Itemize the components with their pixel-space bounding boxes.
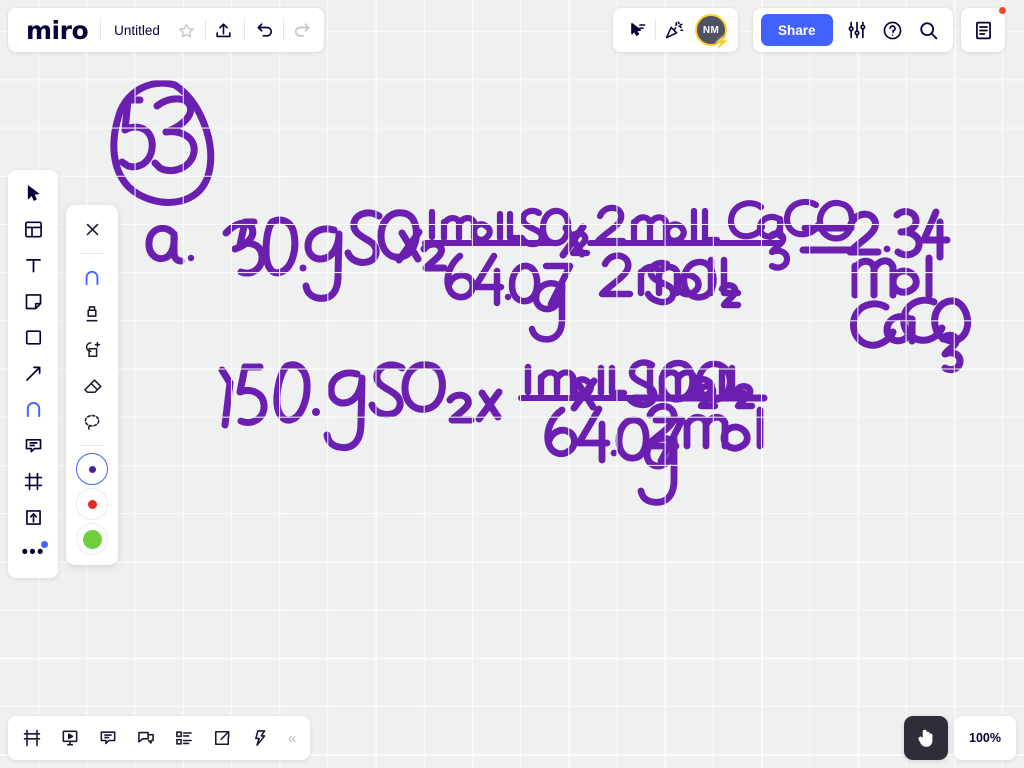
sidebar-item-sticky-note-tool[interactable] [14, 284, 52, 318]
upload-export-button[interactable] [206, 12, 242, 48]
topbar-collab-group: NM ⚡ [613, 8, 738, 52]
topbar-left-group: miro Untitled [8, 8, 324, 52]
divider [79, 445, 105, 446]
hand-pan-tool-button[interactable] [904, 716, 948, 760]
zoom-controls: 100% [904, 716, 1016, 760]
purple-dot [88, 465, 96, 473]
topbar-notes-group [961, 6, 1007, 52]
divider [243, 19, 245, 41]
sidebar-item-pen-tool[interactable] [14, 392, 52, 426]
board-canvas[interactable] [0, 0, 1024, 768]
close-pen-panel-button[interactable] [74, 213, 110, 246]
miro-board-app: miro Untitled NM ⚡ Share ••• « 100% [0, 0, 1024, 768]
board-title[interactable]: Untitled [101, 23, 169, 38]
help-circle-icon[interactable] [875, 12, 911, 48]
notification-badge [998, 6, 1007, 15]
sliders-icon[interactable] [839, 12, 875, 48]
eraser-tool-option[interactable] [74, 369, 110, 402]
sidebar-item-more-tools[interactable]: ••• [14, 536, 52, 570]
red-dot [87, 499, 97, 509]
creation-toolbar: ••• [8, 170, 58, 578]
ellipsis-icon: ••• [21, 542, 45, 564]
ink-line-2 [218, 359, 768, 506]
comment-lines-icon[interactable] [90, 720, 126, 756]
search-icon[interactable] [911, 12, 947, 48]
lasso-select-option[interactable] [74, 405, 110, 438]
chat-bubbles-icon[interactable] [128, 720, 164, 756]
bottom-toolbar: « [8, 716, 311, 760]
sidebar-item-frame-tool[interactable] [14, 464, 52, 498]
sidebar-item-shapes-tool[interactable] [14, 320, 52, 354]
cursor-label-icon[interactable] [619, 12, 655, 48]
undo-button[interactable] [247, 12, 283, 48]
red-swatch[interactable] [76, 488, 108, 520]
green-dot [82, 529, 102, 549]
sidebar-item-comment-tool[interactable] [14, 428, 52, 462]
sidebar-item-templates-tool[interactable] [14, 212, 52, 246]
party-popper-icon[interactable] [656, 12, 692, 48]
external-link-icon[interactable] [204, 720, 240, 756]
ink-line-1 [145, 198, 972, 374]
list-blocks-icon[interactable] [166, 720, 202, 756]
topbar-actions-group: Share [753, 8, 953, 52]
user-avatar[interactable]: NM ⚡ [695, 14, 730, 49]
new-feature-badge [41, 541, 48, 548]
redo-button[interactable] [284, 12, 320, 48]
share-button[interactable]: Share [761, 14, 833, 46]
avatar-bolt-icon: ⚡ [713, 34, 730, 49]
pen-tool-option[interactable] [74, 261, 110, 294]
purple-swatch[interactable] [76, 453, 108, 485]
pen-options-panel [66, 205, 118, 565]
collapse-toolbar-button[interactable]: « [280, 730, 304, 747]
smart-drawing-tool-option[interactable] [74, 333, 110, 366]
miro-logo[interactable]: miro [12, 18, 100, 43]
handwriting-ink-layer [110, 79, 972, 506]
sidebar-item-text-tool[interactable] [14, 248, 52, 282]
lightning-bolt-icon[interactable] [242, 720, 278, 756]
notes-document-icon[interactable] [965, 12, 1001, 48]
favorite-star-button[interactable] [169, 12, 205, 48]
divider [79, 253, 105, 254]
presentation-icon[interactable] [52, 720, 88, 756]
green-swatch[interactable] [76, 523, 108, 555]
marker-tool-option[interactable] [74, 297, 110, 330]
sidebar-item-connection-line-tool[interactable] [14, 356, 52, 390]
ink-problem-number [110, 79, 215, 206]
sidebar-item-select-cursor-tool[interactable] [14, 176, 52, 210]
sidebar-item-upload-tool[interactable] [14, 500, 52, 534]
table-icon[interactable] [14, 720, 50, 756]
zoom-level-display[interactable]: 100% [954, 716, 1016, 760]
